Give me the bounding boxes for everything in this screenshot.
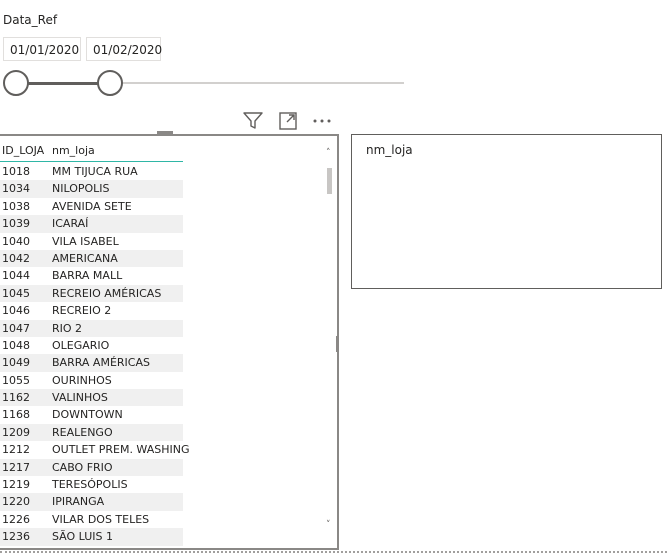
more-options-icon[interactable] xyxy=(311,110,333,132)
slider-end-handle[interactable] xyxy=(97,70,123,96)
cell-id-loja: 1055 xyxy=(2,373,30,387)
cell-nm-loja: AMERICANA xyxy=(52,251,118,265)
slicer-title: Data_Ref xyxy=(3,13,58,27)
cell-id-loja: 1047 xyxy=(2,321,30,335)
cell-nm-loja: IPIRANGA xyxy=(52,495,105,509)
cell-nm-loja: BARRA MALL xyxy=(52,269,123,283)
cell-id-loja: 1217 xyxy=(2,460,30,474)
cell-id-loja: 1226 xyxy=(2,512,30,526)
slider-range-fill xyxy=(16,82,110,85)
cell-id-loja: 1045 xyxy=(2,286,30,300)
cell-id-loja: 1168 xyxy=(2,408,30,422)
cell-id-loja: 1049 xyxy=(2,356,30,370)
cell-nm-loja: MM TIJUCA RUA xyxy=(52,165,138,178)
card-title: nm_loja xyxy=(366,143,413,157)
cell-nm-loja: ICARAÍ xyxy=(52,217,89,231)
scrollbar-thumb[interactable] xyxy=(327,168,332,194)
cell-id-loja: 1212 xyxy=(2,443,30,457)
cell-id-loja: 1039 xyxy=(2,217,30,231)
cell-nm-loja: OURINHOS xyxy=(52,373,112,387)
cell-nm-loja: VILA ISABEL xyxy=(52,234,119,248)
table-row[interactable]: 1219 TERESÓPOLIS xyxy=(0,476,183,493)
end-date-input[interactable]: 01/02/2020 xyxy=(86,37,162,61)
slider-start-handle[interactable] xyxy=(3,70,29,96)
cell-nm-loja: SÃO LUIS 1 xyxy=(52,530,114,544)
filter-icon[interactable] xyxy=(242,110,264,132)
table-row[interactable]: 1040 VILA ISABEL xyxy=(0,233,183,250)
cell-nm-loja: NILOPOLIS xyxy=(52,182,110,196)
start-date-input[interactable]: 01/01/2020 xyxy=(3,37,81,61)
table-body: 1018 MM TIJUCA RUA 1034 NILOPOLIS 1038 AVENID… xyxy=(0,163,189,546)
cell-id-loja: 1044 xyxy=(2,269,30,283)
cell-nm-loja: REALENGO xyxy=(52,425,113,439)
table-row[interactable]: 1209 REALENGO xyxy=(0,423,183,442)
cell-nm-loja: DOWNTOWN xyxy=(52,408,123,422)
table-row[interactable]: 1212 OUTLET PREM. WASHING xyxy=(0,441,189,458)
cell-nm-loja: AVENIDA SETE xyxy=(52,199,132,213)
cell-nm-loja: RECREIO 2 xyxy=(52,304,112,318)
cell-id-loja: 1040 xyxy=(2,234,30,248)
table-row[interactable]: 1049 BARRA AMÉRICAS xyxy=(0,354,183,372)
column-header-id-loja[interactable]: ID_LOJA xyxy=(2,144,44,157)
table-row[interactable]: 1042 AMERICANA xyxy=(0,249,183,268)
cell-nm-loja: OUTLET PREM. WASHING xyxy=(52,443,190,457)
vertical-scrollbar[interactable] xyxy=(324,146,336,536)
table-row[interactable]: 1045 RECREIO AMÉRICAS xyxy=(0,284,183,303)
cell-id-loja: 1209 xyxy=(2,425,30,439)
cell-id-loja: 1042 xyxy=(2,251,30,265)
table-row[interactable]: 1048 OLEGARIO xyxy=(0,337,183,354)
cell-nm-loja: OLEGARIO xyxy=(52,338,110,352)
cell-nm-loja: RIO 2 xyxy=(52,321,83,335)
column-header-nm-loja[interactable]: nm_loja xyxy=(52,144,95,157)
table-row[interactable]: 1162 VALINHOS xyxy=(0,389,183,407)
table-row[interactable]: 1034 NILOPOLIS xyxy=(0,180,183,198)
cell-id-loja: 1048 xyxy=(2,338,30,352)
focus-mode-icon[interactable] xyxy=(277,110,299,132)
table-row[interactable]: 1047 RIO 2 xyxy=(0,319,183,337)
cell-id-loja: 1162 xyxy=(2,391,30,405)
cell-id-loja: 1220 xyxy=(2,495,30,509)
cell-nm-loja: BARRA AMÉRICAS xyxy=(52,356,150,370)
scroll-up-icon[interactable]: ˄ xyxy=(326,148,335,158)
table-row[interactable]: 1226 VILAR DOS TELES xyxy=(0,511,183,528)
cell-nm-loja: CABO FRIO xyxy=(52,460,113,474)
table-row[interactable]: 1046 RECREIO 2 xyxy=(0,302,183,319)
resize-handle-top[interactable] xyxy=(157,131,173,136)
nm-loja-card[interactable] xyxy=(351,134,662,289)
table-row[interactable]: 1038 AVENIDA SETE xyxy=(0,198,183,215)
table-row[interactable]: 1055 OURINHOS xyxy=(0,372,183,389)
table-row[interactable]: 1018 MM TIJUCA RUA xyxy=(0,163,183,180)
cell-nm-loja: VILAR DOS TELES xyxy=(52,512,150,526)
cell-id-loja: 1236 xyxy=(2,530,30,544)
table-row[interactable]: 1236 SÃO LUIS 1 xyxy=(0,528,183,546)
table-row[interactable]: 1044 BARRA MALL xyxy=(0,267,183,284)
cell-id-loja: 1038 xyxy=(2,199,30,213)
cell-id-loja: 1219 xyxy=(2,478,30,492)
cell-id-loja: 1046 xyxy=(2,304,30,318)
page-bottom-boundary xyxy=(0,551,667,553)
scroll-down-icon[interactable]: ˅ xyxy=(326,520,335,530)
table-row[interactable]: 1220 IPIRANGA xyxy=(0,493,183,511)
cell-id-loja: 1034 xyxy=(2,182,30,196)
header-underline xyxy=(0,161,183,162)
table-row[interactable]: 1217 CABO FRIO xyxy=(0,458,183,477)
table-row[interactable]: 1039 ICARAÍ xyxy=(0,215,183,233)
cell-nm-loja: VALINHOS xyxy=(52,391,108,405)
cell-nm-loja: RECREIO AMÉRICAS xyxy=(52,286,162,300)
table-row[interactable]: 1168 DOWNTOWN xyxy=(0,406,183,423)
cell-id-loja: 1018 xyxy=(2,165,30,178)
cell-nm-loja: TERESÓPOLIS xyxy=(52,478,128,492)
